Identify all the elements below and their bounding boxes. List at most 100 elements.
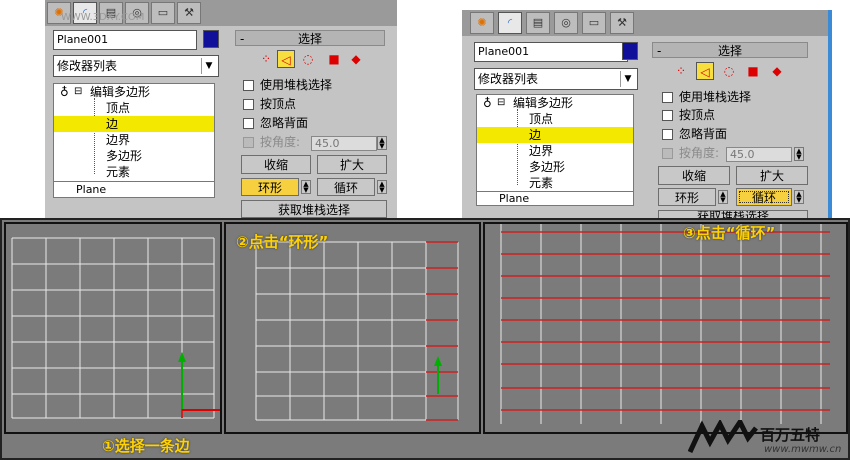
display-tab-monitor-icon[interactable]: ▭ bbox=[151, 2, 175, 24]
hierarchy-tab-icon[interactable]: ▤ bbox=[526, 12, 550, 34]
caption-step3: ③点击“循环” bbox=[683, 224, 776, 242]
stack-item-border[interactable]: 边界 bbox=[54, 132, 214, 148]
by-angle-checkbox[interactable] bbox=[243, 137, 254, 148]
shrink-button[interactable]: 收缩 bbox=[658, 166, 730, 185]
stack-root-label: 编辑多边形 bbox=[90, 85, 151, 99]
ignore-back-checkbox[interactable] bbox=[243, 118, 254, 129]
display-tab-monitor-icon[interactable]: ▭ bbox=[582, 12, 606, 34]
use-stack-label: 使用堆栈选择 bbox=[679, 90, 752, 104]
logo-url-text: www.mwmw.cn bbox=[764, 444, 842, 455]
stack-root-label: 编辑多边形 bbox=[513, 96, 574, 110]
by-angle-checkbox[interactable] bbox=[662, 148, 673, 159]
by-vertex-checkbox[interactable] bbox=[662, 110, 673, 121]
spinner-arrows-icon[interactable]: ▲ ▼ bbox=[377, 136, 387, 150]
edge-mode-icon[interactable]: ◁ bbox=[696, 62, 714, 80]
ignore-back-label: 忽略背面 bbox=[260, 116, 309, 130]
stack-root-row[interactable]: ♁ ⊟ 编辑多边形 bbox=[54, 84, 214, 100]
object-name-field[interactable]: Plane001 bbox=[474, 42, 628, 62]
object-color-swatch[interactable] bbox=[203, 30, 219, 48]
polygon-mode-icon[interactable]: ■ bbox=[325, 50, 343, 68]
stack-item-vertex[interactable]: 顶点 bbox=[54, 100, 214, 116]
stack-item-edge[interactable]: 边 bbox=[54, 116, 214, 132]
stack-item-polygon[interactable]: 多边形 bbox=[54, 148, 214, 164]
caption-step2: ②点击“环形” bbox=[236, 233, 329, 251]
ring-button[interactable]: 环形 bbox=[241, 178, 299, 196]
right-command-panel: ✺ ◜ ▤ ◎ ▭ ⚒ Plane001 修改器列表 ▼ ♁ ⊟ 编辑多边形 顶… bbox=[462, 10, 832, 222]
utilities-tab-hammer-icon[interactable]: ⚒ bbox=[177, 2, 201, 24]
stack-item-element[interactable]: 元素 bbox=[54, 164, 214, 180]
stack-item-polygon[interactable]: 多边形 bbox=[477, 159, 633, 175]
shrink-button[interactable]: 收缩 bbox=[241, 155, 311, 174]
viewport-grid-3 bbox=[500, 224, 830, 424]
ignore-back-label: 忽略背面 bbox=[679, 127, 728, 141]
site-logo: 百万五特 www.mwmw.cn bbox=[688, 418, 848, 458]
use-stack-label: 使用堆栈选择 bbox=[260, 78, 333, 92]
motion-tab-icon[interactable]: ◎ bbox=[554, 12, 578, 34]
loop-button[interactable]: 循环 bbox=[736, 188, 792, 206]
angle-spinner-field[interactable]: 45.0 bbox=[726, 147, 792, 162]
stack-item-border[interactable]: 边界 bbox=[477, 143, 633, 159]
grow-button[interactable]: 扩大 bbox=[736, 166, 808, 185]
use-stack-checkbox[interactable] bbox=[662, 92, 673, 103]
selection-rollout-header[interactable]: - 选择 bbox=[235, 30, 385, 46]
viewport-step1[interactable] bbox=[4, 222, 222, 434]
get-stack-selection-button[interactable]: 获取堆栈选择 bbox=[241, 200, 387, 218]
element-mode-cube-icon[interactable]: ◆ bbox=[768, 62, 786, 80]
ring-spinner-icon[interactable]: ▲ ▼ bbox=[301, 180, 311, 194]
modifier-list-label: 修改器列表 bbox=[478, 72, 539, 86]
viewport-step3[interactable] bbox=[483, 222, 848, 434]
object-color-swatch[interactable] bbox=[622, 42, 638, 60]
stack-item-edge[interactable]: 边 bbox=[477, 127, 633, 143]
stack-base-plane[interactable]: Plane bbox=[54, 182, 214, 198]
ring-button[interactable]: 环形 bbox=[658, 188, 716, 206]
loop-spinner-icon[interactable]: ▲ ▼ bbox=[377, 180, 387, 194]
stack-item-vertex[interactable]: 顶点 bbox=[477, 111, 633, 127]
element-mode-cube-icon[interactable]: ◆ bbox=[347, 50, 365, 68]
selection-rollout-header[interactable]: - 选择 bbox=[652, 42, 808, 58]
stack-item-element[interactable]: 元素 bbox=[477, 175, 633, 191]
by-angle-label: 按角度: bbox=[260, 135, 301, 149]
collapse-box-icon[interactable]: ⊟ bbox=[74, 84, 82, 100]
border-mode-icon[interactable]: ◌ bbox=[720, 62, 738, 80]
lightbulb-icon[interactable]: ♁ bbox=[60, 84, 69, 100]
by-vertex-checkbox[interactable] bbox=[243, 99, 254, 110]
modifier-stack: ♁ ⊟ 编辑多边形 顶点 边 边界 多边形 元素 Plane bbox=[53, 83, 215, 198]
border-mode-icon[interactable]: ◌ bbox=[299, 50, 317, 68]
vertex-mode-dots-icon[interactable]: ⁘ bbox=[257, 50, 275, 68]
ignore-back-checkbox[interactable] bbox=[662, 129, 673, 140]
modifier-list-dropdown[interactable]: 修改器列表 ▼ bbox=[53, 55, 219, 77]
left-command-panel: ✺ ◜ ▤ ◎ ▭ ⚒ WWW.3DXY.COM Plane001 修改器列表 … bbox=[45, 0, 397, 222]
loop-spinner-icon[interactable]: ▲ ▼ bbox=[794, 190, 804, 204]
angle-spinner-field[interactable]: 45.0 bbox=[311, 136, 377, 151]
viewport-grid-2 bbox=[255, 241, 459, 421]
vertex-mode-dots-icon[interactable]: ⁘ bbox=[672, 62, 690, 80]
by-vertex-label: 按顶点 bbox=[260, 97, 297, 111]
chevron-down-icon[interactable]: ▼ bbox=[620, 71, 635, 87]
modify-tab-arc-icon[interactable]: ◜ bbox=[498, 12, 522, 34]
object-name-field[interactable]: Plane001 bbox=[53, 30, 197, 50]
stack-root-row[interactable]: ♁ ⊟ 编辑多边形 bbox=[477, 95, 633, 111]
selection-rollout-title: 选择 bbox=[717, 44, 742, 58]
panel-tab-bar: ✺ ◜ ▤ ◎ ▭ ⚒ bbox=[462, 10, 832, 36]
create-tab-sun-icon[interactable]: ✺ bbox=[470, 12, 494, 34]
polygon-mode-icon[interactable]: ■ bbox=[744, 62, 762, 80]
chevron-down-icon[interactable]: ▼ bbox=[201, 58, 216, 74]
by-angle-label: 按角度: bbox=[679, 146, 720, 160]
collapse-box-icon[interactable]: ⊟ bbox=[497, 95, 505, 111]
modifier-list-dropdown[interactable]: 修改器列表 ▼ bbox=[474, 68, 638, 90]
top-watermark: WWW.3DXY.COM bbox=[61, 12, 145, 23]
spinner-arrows-icon[interactable]: ▲ ▼ bbox=[794, 147, 804, 161]
loop-button[interactable]: 循环 bbox=[317, 178, 375, 196]
ring-spinner-icon[interactable]: ▲ ▼ bbox=[718, 190, 728, 204]
lightbulb-icon[interactable]: ♁ bbox=[483, 95, 492, 111]
modifier-list-label: 修改器列表 bbox=[57, 59, 118, 73]
by-vertex-label: 按顶点 bbox=[679, 108, 716, 122]
modifier-stack: ♁ ⊟ 编辑多边形 顶点 边 边界 多边形 元素 Plane bbox=[476, 94, 634, 206]
use-stack-checkbox[interactable] bbox=[243, 80, 254, 91]
grow-button[interactable]: 扩大 bbox=[317, 155, 387, 174]
stack-base-plane[interactable]: Plane bbox=[477, 191, 633, 207]
utilities-tab-hammer-icon[interactable]: ⚒ bbox=[610, 12, 634, 34]
edge-mode-icon[interactable]: ◁ bbox=[277, 50, 295, 68]
viewport-step2[interactable] bbox=[224, 222, 481, 434]
caption-step1: ①选择一条边 bbox=[102, 437, 190, 455]
